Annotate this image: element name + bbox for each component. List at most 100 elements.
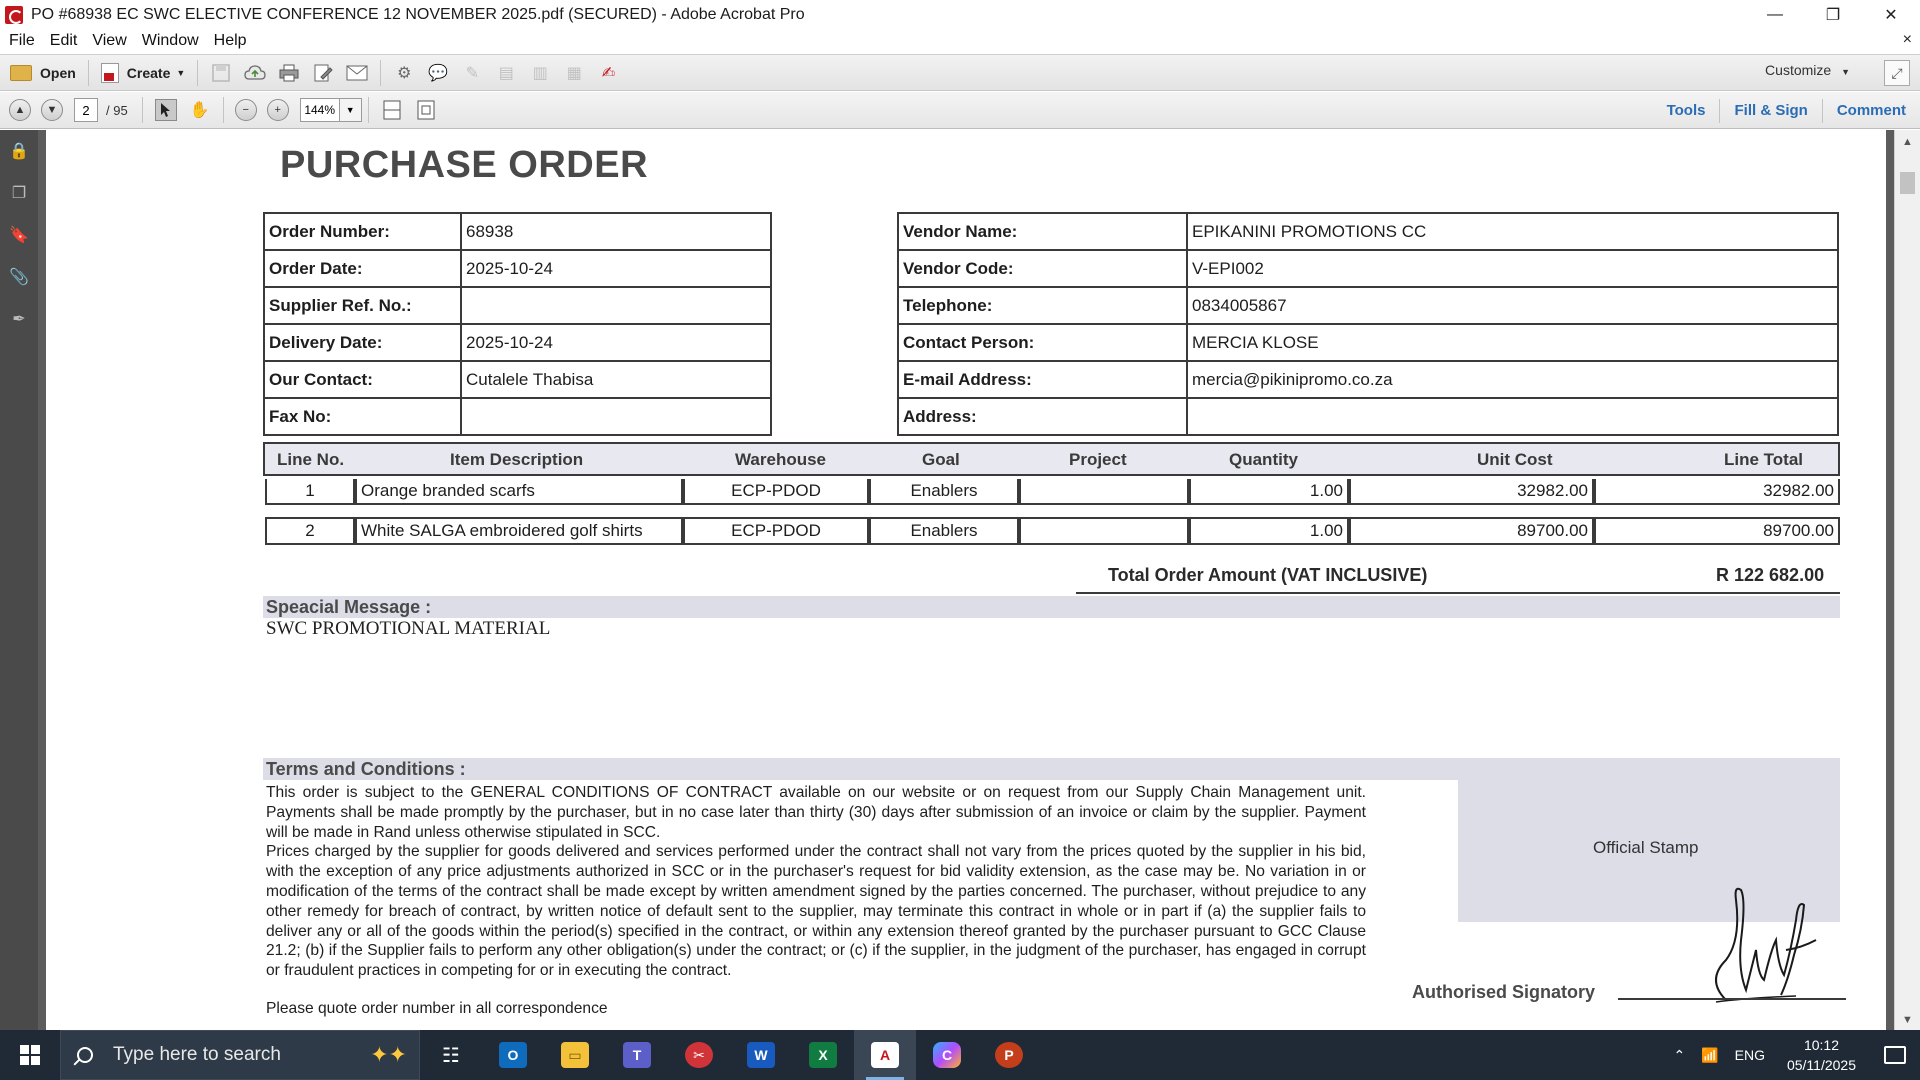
fax-value — [460, 397, 772, 436]
terms-label: Terms and Conditions : — [266, 759, 466, 779]
outlook-icon[interactable]: O — [482, 1030, 544, 1080]
acrobat-taskbar-icon[interactable]: A — [854, 1030, 916, 1080]
chevron-down-icon: ▼ — [176, 67, 186, 78]
open-label: Open — [40, 64, 76, 81]
attachments-icon[interactable]: 📎 — [9, 266, 29, 288]
wifi-icon[interactable]: 📶 — [1701, 1047, 1718, 1064]
excel-icon[interactable]: X — [792, 1030, 854, 1080]
scroll-mode-icon[interactable] — [381, 99, 403, 121]
menu-view[interactable]: View — [92, 32, 126, 50]
page-thumbnails-icon[interactable]: ❐ — [9, 182, 29, 204]
scroll-down-icon[interactable]: ▼ — [1902, 1014, 1913, 1026]
line-items-header: Line No. Item Description Warehouse Goal… — [263, 442, 1840, 476]
total-order-value: R 122 682.00 — [1716, 565, 1825, 585]
create-label: Create — [126, 64, 171, 81]
vendor-code-label: Vendor Code: — [897, 249, 1188, 288]
close-button[interactable]: ✕ — [1862, 0, 1920, 29]
taskbar-search-box[interactable]: Type here to search ✦✦ — [60, 1030, 420, 1080]
next-page-icon[interactable]: ▼ — [41, 99, 63, 121]
zoom-level-input[interactable]: 144% — [299, 98, 340, 122]
snipping-tool-icon[interactable]: ✂ — [668, 1030, 730, 1080]
table-row: Order Number: 68938 — [263, 212, 772, 251]
fill-sign-link[interactable]: Fill & Sign — [1720, 92, 1821, 129]
pdf-page: PURCHASE ORDER Order Number: 68938 Order … — [46, 130, 1886, 1030]
language-indicator[interactable]: ENG — [1735, 1047, 1765, 1063]
system-tray: ⌃ 📶 ENG 10:12 05/11/2025 — [1665, 1030, 1920, 1080]
order-date-value: 2025-10-24 — [460, 249, 772, 288]
open-button[interactable]: Open — [4, 59, 82, 87]
notifications-icon[interactable] — [1884, 1046, 1906, 1064]
clock[interactable]: 10:12 05/11/2025 — [1787, 1035, 1856, 1075]
menu-window[interactable]: Window — [142, 32, 199, 50]
close-document-button[interactable]: × — [1903, 31, 1912, 49]
gear-icon[interactable]: ⚙ — [393, 62, 415, 84]
tools-link[interactable]: Tools — [1653, 92, 1720, 129]
page-replace-icon[interactable]: ▦ — [563, 62, 585, 84]
word-icon[interactable]: W — [730, 1030, 792, 1080]
left-navigation-pane: 🔒 ❐ 🔖 📎 ✒ — [0, 130, 38, 1030]
header-warehouse: Warehouse — [735, 450, 827, 469]
total-underline — [1076, 592, 1840, 594]
clock-time: 10:12 — [1803, 1037, 1839, 1053]
address-label: Address: — [897, 397, 1188, 436]
bookmarks-icon[interactable]: 🔖 — [9, 224, 29, 246]
sign-document-icon[interactable]: ✍ — [597, 62, 619, 84]
unit-cost-cell: 89700.00 — [1349, 519, 1594, 545]
file-explorer-icon[interactable]: ▭ — [544, 1030, 606, 1080]
expand-icon[interactable]: ⤢ — [1884, 60, 1910, 86]
customize-label: Customize — [1765, 62, 1832, 78]
teams-icon[interactable]: T — [606, 1030, 668, 1080]
document-viewport[interactable]: PURCHASE ORDER Order Number: 68938 Order … — [38, 130, 1894, 1030]
restore-button[interactable]: ❐ — [1804, 0, 1862, 29]
vendor-code-value: V-EPI002 — [1186, 249, 1839, 288]
comment-bubble-icon[interactable]: 💬 — [427, 62, 449, 84]
zoom-in-icon[interactable]: + — [266, 99, 289, 121]
select-cursor-icon[interactable] — [154, 99, 177, 121]
email-icon[interactable] — [346, 62, 368, 84]
scroll-up-icon[interactable]: ▲ — [1902, 136, 1913, 148]
search-icon — [77, 1047, 93, 1063]
table-row: Vendor Code: V-EPI002 — [897, 249, 1839, 288]
edit-pdf-icon[interactable] — [312, 62, 334, 84]
customize-dropdown[interactable]: Customize ▼ — [1765, 62, 1850, 78]
order-info-table: Order Number: 68938 Order Date: 2025-10-24… — [263, 212, 772, 436]
page-extract-icon[interactable]: ▤ — [495, 62, 517, 84]
menu-help[interactable]: Help — [214, 32, 247, 50]
signature-image — [1715, 887, 1817, 1003]
fit-page-icon[interactable] — [415, 99, 437, 121]
minimize-button[interactable]: — — [1746, 0, 1804, 29]
signatures-icon[interactable]: ✒ — [9, 308, 29, 330]
save-icon[interactable] — [210, 62, 232, 84]
hand-tool-icon[interactable]: ✋ — [189, 99, 211, 121]
menu-bar: File Edit View Window Help × — [0, 29, 1920, 53]
chevron-up-icon[interactable]: ⌃ — [1673, 1047, 1685, 1064]
page-title: PURCHASE ORDER — [280, 144, 649, 186]
powerpoint-icon[interactable]: P — [978, 1030, 1040, 1080]
special-message-label: Speacial Message : — [266, 597, 432, 617]
table-row: 1 Orange branded scarfs ECP-PDOD Enabler… — [265, 479, 1840, 505]
telephone-label: Telephone: — [897, 286, 1188, 325]
vertical-scrollbar[interactable]: ▲ ▼ — [1894, 130, 1920, 1030]
menu-file[interactable]: File — [9, 32, 35, 50]
copilot-icon[interactable]: C — [916, 1030, 978, 1080]
zoom-out-icon[interactable]: − — [234, 99, 257, 121]
task-view-icon[interactable]: ☷ — [420, 1030, 482, 1080]
scrollbar-thumb[interactable] — [1900, 172, 1915, 194]
cloud-upload-icon[interactable] — [244, 62, 266, 84]
print-icon[interactable] — [278, 62, 300, 84]
table-row: Vendor Name: EPIKANINI PROMOTIONS CC — [897, 212, 1839, 251]
comment-link[interactable]: Comment — [1823, 92, 1920, 129]
menu-edit[interactable]: Edit — [50, 32, 78, 50]
highlight-icon[interactable]: ✎ — [461, 62, 483, 84]
quantity-cell: 1.00 — [1189, 479, 1349, 505]
create-button[interactable]: Create ▼ — [95, 59, 192, 87]
project-cell — [1019, 519, 1189, 545]
page-insert-icon[interactable]: ▥ — [529, 62, 551, 84]
zoom-dropdown-icon[interactable]: ▼ — [339, 98, 362, 122]
page-number-input[interactable]: 2 — [74, 98, 98, 122]
toolbar-divider — [380, 59, 382, 86]
start-button[interactable] — [0, 1030, 60, 1080]
official-stamp-label: Official Stamp — [1593, 838, 1699, 857]
previous-page-icon[interactable]: ▲ — [9, 99, 31, 121]
lock-icon[interactable]: 🔒 — [9, 140, 29, 162]
